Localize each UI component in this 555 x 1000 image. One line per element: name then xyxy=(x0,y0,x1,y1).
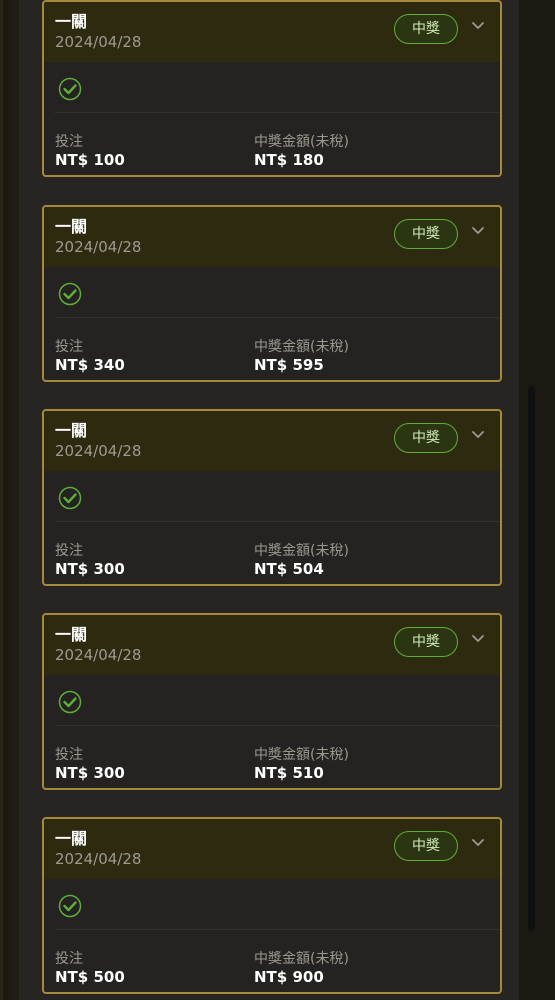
bet-label: 投注 xyxy=(55,339,83,355)
bet-record-card[interactable]: 一關 2024/04/28 中獎 投注 NT$ 340 中獎金額(未稅) NT$… xyxy=(42,205,502,382)
status-badge: 中獎 xyxy=(394,627,458,657)
win-amount-label: 中獎金額(未稅) xyxy=(254,339,349,355)
bet-amount: NT$ 340 xyxy=(55,356,125,374)
win-amount-label: 中獎金額(未稅) xyxy=(254,747,349,763)
bet-label: 投注 xyxy=(55,747,83,763)
card-header[interactable]: 一關 2024/04/28 中獎 xyxy=(44,411,500,471)
card-title: 一關 xyxy=(55,12,88,31)
check-circle-icon xyxy=(58,282,82,306)
scrollbar-thumb[interactable] xyxy=(528,386,535,931)
bet-amount: NT$ 300 xyxy=(55,764,125,782)
status-badge: 中獎 xyxy=(394,831,458,861)
card-title: 一關 xyxy=(55,829,88,848)
bet-record-list: 一關 2024/04/28 中獎 投注 NT$ 100 中獎金額(未稅) NT$… xyxy=(0,0,555,1000)
card-title: 一關 xyxy=(55,217,88,236)
card-date: 2024/04/28 xyxy=(55,33,142,51)
card-header[interactable]: 一關 2024/04/28 中獎 xyxy=(44,615,500,675)
bet-history-page: 一關 2024/04/28 中獎 投注 NT$ 100 中獎金額(未稅) NT$… xyxy=(0,0,555,1000)
chevron-down-icon[interactable] xyxy=(471,224,485,238)
win-amount: NT$ 900 xyxy=(254,968,324,986)
card-divider xyxy=(55,725,500,726)
bet-label: 投注 xyxy=(55,951,83,967)
card-header[interactable]: 一關 2024/04/28 中獎 xyxy=(44,2,500,62)
card-header[interactable]: 一關 2024/04/28 中獎 xyxy=(44,819,500,879)
card-date: 2024/04/28 xyxy=(55,442,142,460)
card-date: 2024/04/28 xyxy=(55,646,142,664)
status-badge: 中獎 xyxy=(394,219,458,249)
bet-record-card[interactable]: 一關 2024/04/28 中獎 投注 NT$ 300 中獎金額(未稅) NT$… xyxy=(42,409,502,586)
card-divider xyxy=(55,521,500,522)
card-header[interactable]: 一關 2024/04/28 中獎 xyxy=(44,207,500,267)
check-circle-icon xyxy=(58,77,82,101)
card-title: 一關 xyxy=(55,625,88,644)
win-amount-label: 中獎金額(未稅) xyxy=(254,543,349,559)
bet-amount: NT$ 500 xyxy=(55,968,125,986)
bet-amount: NT$ 300 xyxy=(55,560,125,578)
card-title: 一關 xyxy=(55,421,88,440)
win-amount-label: 中獎金額(未稅) xyxy=(254,951,349,967)
card-divider xyxy=(55,929,500,930)
bet-record-card[interactable]: 一關 2024/04/28 中獎 投注 NT$ 500 中獎金額(未稅) NT$… xyxy=(42,817,502,994)
check-circle-icon xyxy=(58,894,82,918)
win-amount: NT$ 504 xyxy=(254,560,324,578)
win-amount: NT$ 595 xyxy=(254,356,324,374)
chevron-down-icon[interactable] xyxy=(471,428,485,442)
bet-record-card[interactable]: 一關 2024/04/28 中獎 投注 NT$ 100 中獎金額(未稅) NT$… xyxy=(42,0,502,177)
chevron-down-icon[interactable] xyxy=(471,19,485,33)
check-circle-icon xyxy=(58,486,82,510)
chevron-down-icon[interactable] xyxy=(471,632,485,646)
card-divider xyxy=(55,112,500,113)
chevron-down-icon[interactable] xyxy=(471,836,485,850)
win-amount-label: 中獎金額(未稅) xyxy=(254,134,349,150)
win-amount: NT$ 510 xyxy=(254,764,324,782)
status-badge: 中獎 xyxy=(394,423,458,453)
bet-amount: NT$ 100 xyxy=(55,151,125,169)
check-circle-icon xyxy=(58,690,82,714)
card-date: 2024/04/28 xyxy=(55,238,142,256)
status-badge: 中獎 xyxy=(394,14,458,44)
card-divider xyxy=(55,317,500,318)
win-amount: NT$ 180 xyxy=(254,151,324,169)
bet-label: 投注 xyxy=(55,134,83,150)
card-date: 2024/04/28 xyxy=(55,850,142,868)
bet-label: 投注 xyxy=(55,543,83,559)
bet-record-card[interactable]: 一關 2024/04/28 中獎 投注 NT$ 300 中獎金額(未稅) NT$… xyxy=(42,613,502,790)
